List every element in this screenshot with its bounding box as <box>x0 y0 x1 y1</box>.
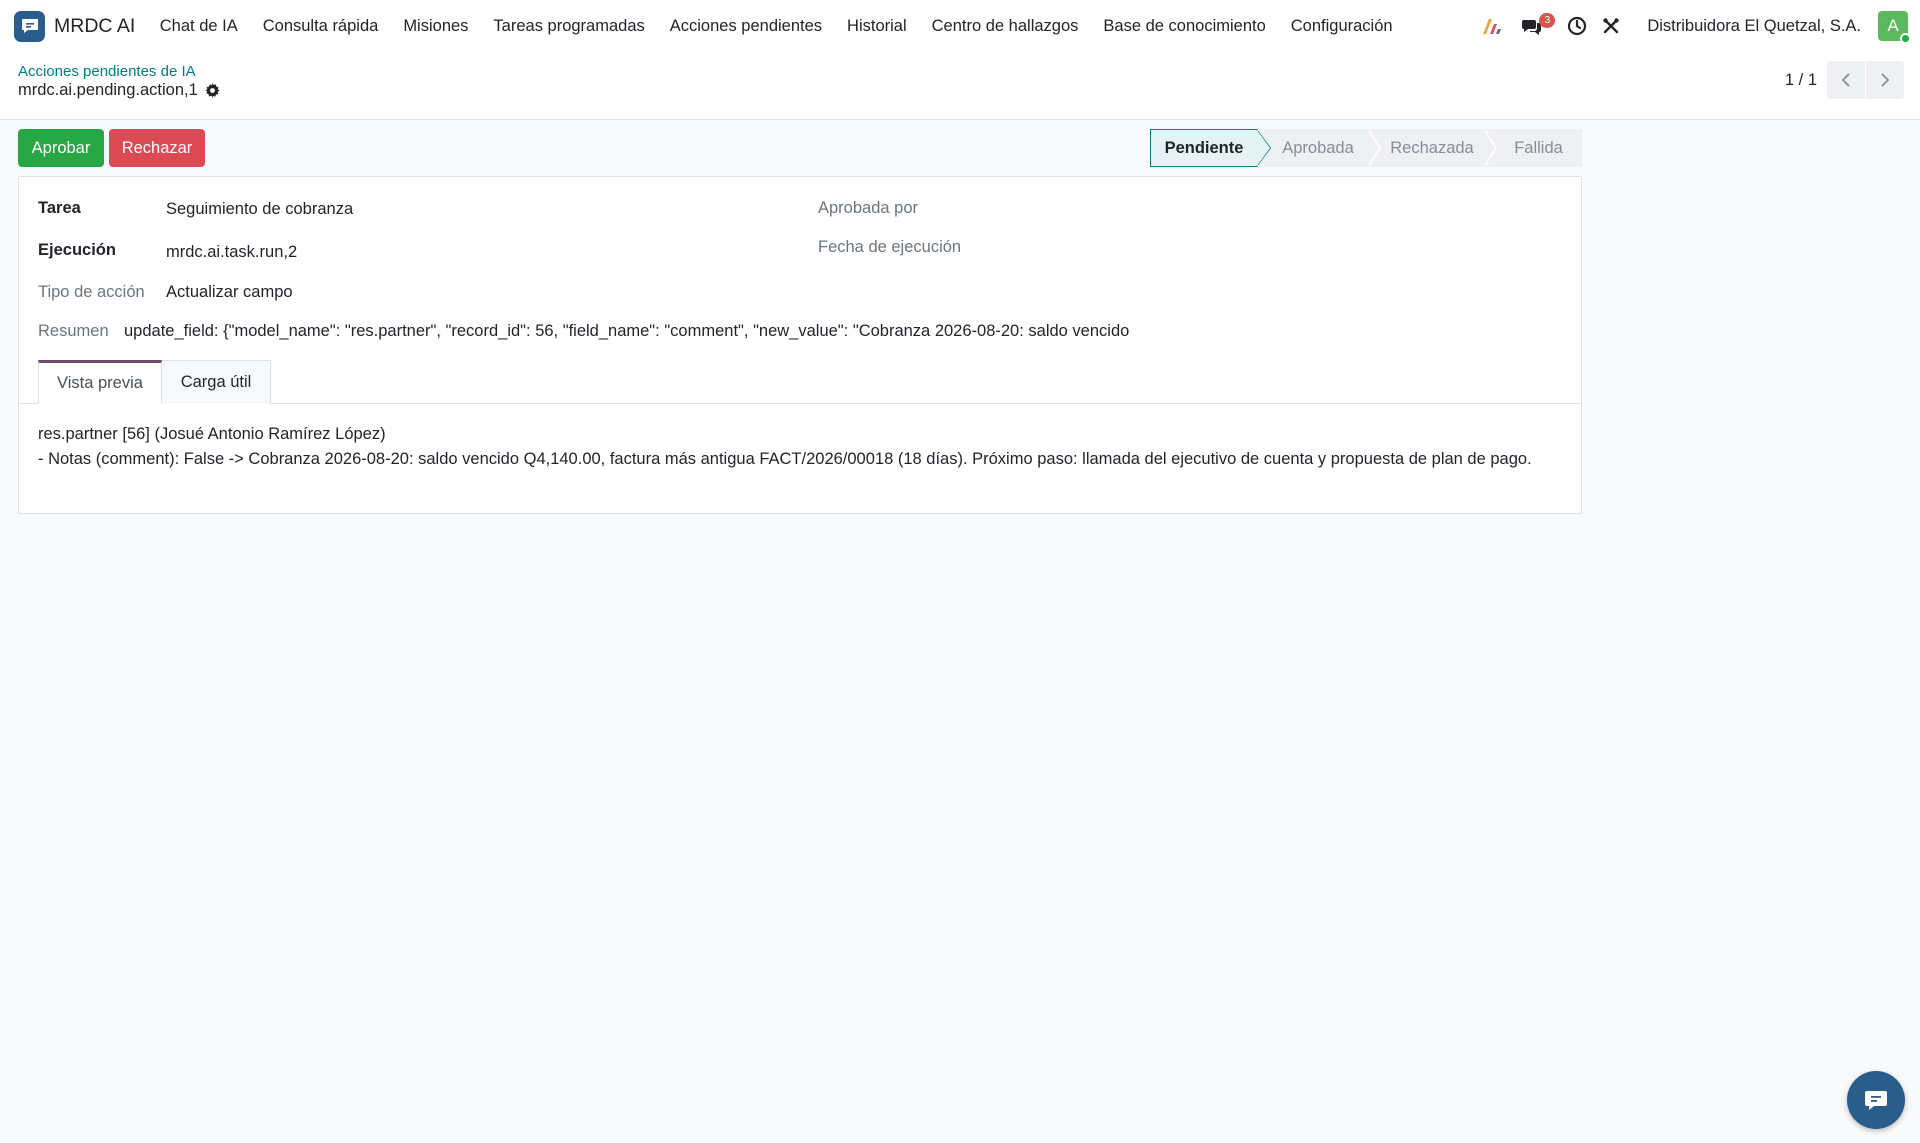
pager-next-button[interactable] <box>1866 61 1904 99</box>
messages-badge: 3 <box>1539 13 1556 28</box>
menu-base-conocimiento[interactable]: Base de conocimiento <box>1091 17 1278 36</box>
menu-historial[interactable]: Historial <box>835 17 920 36</box>
gear-icon[interactable] <box>205 83 220 98</box>
top-navbar: MRDC AI Chat de IA Consulta rápida Misio… <box>0 0 1920 52</box>
summary-value: update_field: {"model_name": "res.partne… <box>124 322 1130 340</box>
activity-clock-icon[interactable] <box>1567 16 1587 36</box>
approve-button[interactable]: Aprobar <box>18 129 104 167</box>
stage-rechazada[interactable]: Rechazada <box>1369 129 1485 167</box>
main-menu: Chat de IA Consulta rápida Misiones Tare… <box>147 17 1405 36</box>
stage-aprobada[interactable]: Aprobada <box>1257 129 1369 167</box>
menu-configuracion[interactable]: Configuración <box>1278 17 1405 36</box>
run-value-link[interactable]: mrdc.ai.task.run,2 <box>166 243 297 262</box>
app-brand[interactable]: MRDC AI <box>14 10 136 42</box>
approved-by-label: Aprobada por <box>818 199 918 217</box>
menu-tareas-programadas[interactable]: Tareas programadas <box>481 17 657 36</box>
summary-label: Resumen <box>38 322 109 340</box>
action-type-label: Tipo de acción <box>38 283 145 301</box>
user-avatar[interactable]: A <box>1878 11 1911 44</box>
menu-misiones[interactable]: Misiones <box>391 17 481 36</box>
menu-acciones-pendientes[interactable]: Acciones pendientes <box>657 17 834 36</box>
breadcrumb-parent-link[interactable]: Acciones pendientes de IA <box>18 63 196 80</box>
tools-icon[interactable] <box>1601 16 1621 36</box>
status-bar: Pendiente Aprobada Rechazada Fallida <box>1150 129 1582 167</box>
stage-fallida[interactable]: Fallida <box>1485 129 1582 167</box>
run-label: Ejecución <box>38 241 116 259</box>
stage-separator-inner <box>1483 129 1495 167</box>
action-type-value: Actualizar campo <box>166 283 293 301</box>
control-panel: Acciones pendientes de IA mrdc.ai.pendin… <box>0 52 1920 120</box>
pager-value[interactable]: 1 / 1 <box>1785 71 1817 90</box>
reject-button[interactable]: Rechazar <box>109 129 205 167</box>
form-sheet: Tarea Seguimiento de cobranza Ejecución … <box>18 176 1582 514</box>
floating-chat-button[interactable] <box>1847 1071 1905 1129</box>
menu-chat-ia[interactable]: Chat de IA <box>147 17 250 36</box>
systray: 3 Distribuidora El Quetzal, S.A. A <box>1481 0 1920 52</box>
record-name: mrdc.ai.pending.action,1 <box>18 81 198 99</box>
preview-change-line: - Notas (comment): False -> Cobranza 202… <box>38 450 1532 468</box>
online-status-dot <box>1900 33 1911 44</box>
chevron-right-icon <box>1881 73 1890 87</box>
messages-icon[interactable]: 3 <box>1521 13 1556 36</box>
chat-bubble-icon <box>1865 1091 1887 1110</box>
breadcrumb-current: mrdc.ai.pending.action,1 <box>18 81 220 100</box>
menu-centro-hallazgos[interactable]: Centro de hallazgos <box>919 17 1091 36</box>
tab-vista-previa[interactable]: Vista previa <box>38 360 162 404</box>
record-pager: 1 / 1 <box>1785 61 1904 99</box>
chevron-left-icon <box>1841 73 1850 87</box>
stage-pendiente[interactable]: Pendiente <box>1150 129 1271 167</box>
preview-record-line: res.partner [56] (Josué Antonio Ramírez … <box>38 425 386 443</box>
app-logo-icon <box>14 10 45 42</box>
ai-assistant-icon[interactable] <box>1481 16 1503 36</box>
company-switcher[interactable]: Distribuidora El Quetzal, S.A. <box>1647 17 1861 36</box>
task-value-link[interactable]: Seguimiento de cobranza <box>166 200 353 219</box>
tab-carga-util[interactable]: Carga útil <box>162 360 271 404</box>
stage-separator-inner <box>1367 129 1379 167</box>
notebook-tabs: Vista previa Carga útil <box>19 360 1581 404</box>
execution-date-label: Fecha de ejecución <box>818 238 962 256</box>
task-label: Tarea <box>38 199 81 217</box>
avatar-letter: A <box>1887 16 1899 35</box>
menu-consulta-rapida[interactable]: Consulta rápida <box>250 17 391 36</box>
pager-previous-button[interactable] <box>1827 61 1865 99</box>
app-name: MRDC AI <box>54 14 136 37</box>
